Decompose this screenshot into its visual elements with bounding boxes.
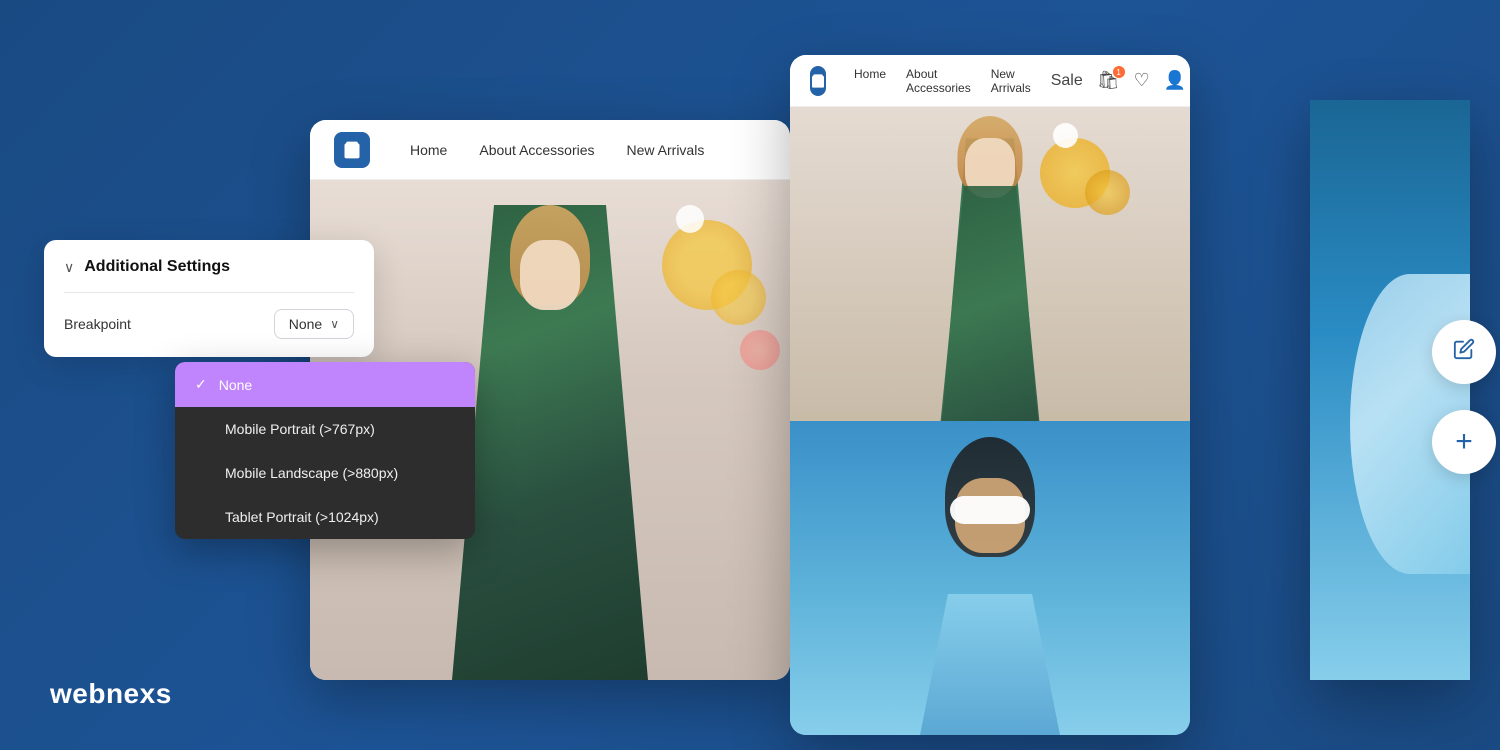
right-nav-icons: Sale 🛍 1 ♡ 👤 <box>1051 70 1186 91</box>
settings-title: Additional Settings <box>84 258 230 276</box>
right-top-image <box>790 107 1190 421</box>
additional-settings-panel: ∨ Additional Settings Breakpoint None ∨ <box>44 240 374 357</box>
dropdown-label-none: None <box>219 377 252 393</box>
main-logo-icon <box>334 132 370 168</box>
right-logo-icon <box>810 66 826 96</box>
sale-label[interactable]: Sale <box>1051 72 1083 90</box>
add-icon: + <box>1455 427 1473 457</box>
main-nav-header: Home About Accessories New Arrivals <box>310 120 790 180</box>
right-bottom-image <box>790 421 1190 735</box>
right-browser-card: Home About Accessories New Arrivals Sale… <box>790 55 1190 735</box>
right-nav-header: Home About Accessories New Arrivals Sale… <box>790 55 1190 107</box>
nav-home[interactable]: Home <box>410 142 447 158</box>
dropdown-label-tablet-portrait: Tablet Portrait (>1024px) <box>225 509 379 525</box>
add-fab-button[interactable]: + <box>1432 410 1496 474</box>
floral-accent-3 <box>676 205 704 233</box>
dropdown-label-mobile-portrait: Mobile Portrait (>767px) <box>225 421 375 437</box>
right-floral-3 <box>1053 123 1078 148</box>
edit-fab-button[interactable] <box>1432 320 1496 384</box>
floral-accent-2 <box>711 270 766 325</box>
breakpoint-selected-value: None <box>289 316 322 332</box>
dropdown-item-none[interactable]: ✓ None <box>175 362 475 407</box>
breakpoint-dropdown: ✓ None Mobile Portrait (>767px) Mobile L… <box>175 362 475 539</box>
brand-logo: webnexs <box>50 678 172 710</box>
cart-icon[interactable]: 🛍 1 <box>1097 70 1120 91</box>
settings-title-row: ∨ Additional Settings <box>64 258 354 293</box>
wishlist-icon[interactable]: ♡ <box>1134 70 1150 91</box>
breakpoint-select[interactable]: None ∨ <box>274 309 354 339</box>
nav-about-accessories[interactable]: About Accessories <box>479 142 594 158</box>
nav-new-arrivals[interactable]: New Arrivals <box>627 142 705 158</box>
right-nav-home[interactable]: Home <box>854 67 886 95</box>
right-card-images <box>790 107 1190 735</box>
edit-icon <box>1453 338 1475 366</box>
user-icon[interactable]: 👤 <box>1164 70 1186 91</box>
breakpoint-label: Breakpoint <box>64 316 131 332</box>
right-nav-about[interactable]: About Accessories <box>906 67 971 95</box>
dropdown-label-mobile-landscape: Mobile Landscape (>880px) <box>225 465 398 481</box>
breakpoint-row: Breakpoint None ∨ <box>64 309 354 339</box>
dropdown-item-tablet-portrait[interactable]: Tablet Portrait (>1024px) <box>175 495 475 539</box>
model-face <box>520 240 580 310</box>
sunglasses-frames <box>950 496 1030 524</box>
right-nav-links: Home About Accessories New Arrivals <box>854 67 1031 95</box>
right-nav-new-arrivals[interactable]: New Arrivals <box>991 67 1031 95</box>
mobile-inner <box>1310 100 1470 680</box>
check-icon: ✓ <box>195 376 207 393</box>
settings-chevron-icon: ∨ <box>64 259 74 276</box>
main-nav-links: Home About Accessories New Arrivals <box>410 142 704 158</box>
dropdown-item-mobile-portrait[interactable]: Mobile Portrait (>767px) <box>175 407 475 451</box>
dropdown-item-mobile-landscape[interactable]: Mobile Landscape (>880px) <box>175 451 475 495</box>
select-chevron-icon: ∨ <box>330 317 339 331</box>
right-floral-2 <box>1085 170 1130 215</box>
cart-badge: 1 <box>1113 66 1125 78</box>
mobile-card: + <box>1310 100 1470 680</box>
